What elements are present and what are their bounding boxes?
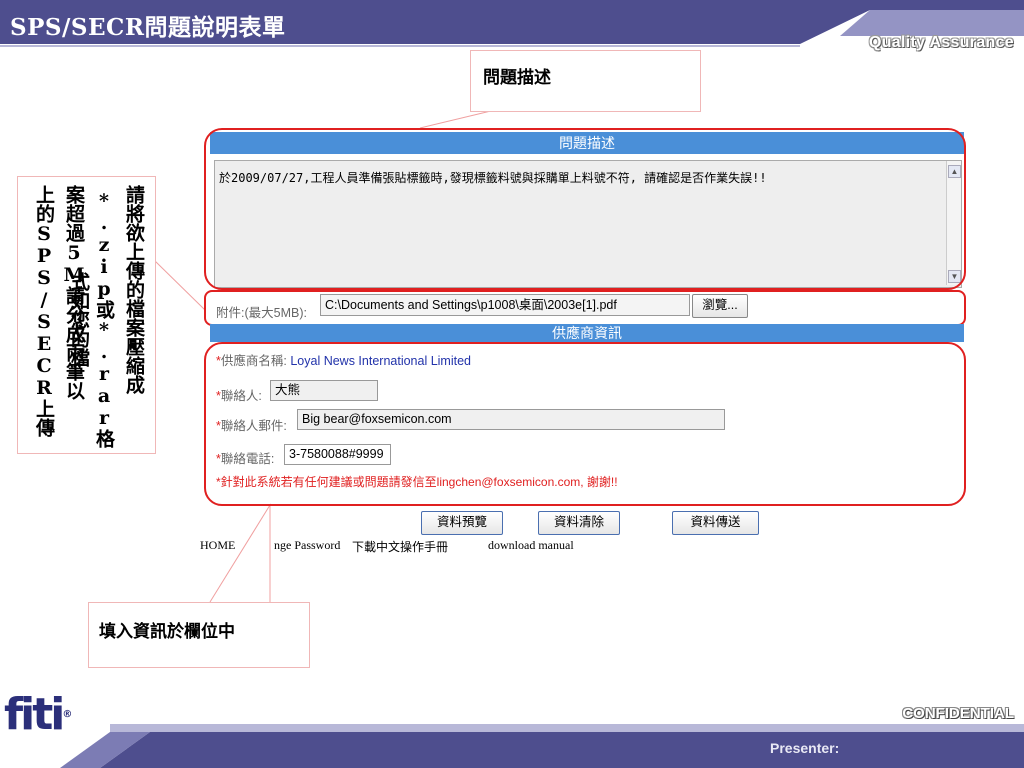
download-manual-link[interactable]: download manual [488, 538, 574, 553]
preview-button[interactable]: 資料預覽 [421, 511, 503, 535]
supplier-highlight-box [204, 342, 966, 506]
callout-line-2: *.zip或*.rar格式如您的檔 [68, 190, 115, 448]
home-link[interactable]: HOME [200, 538, 235, 553]
callout-problem-description: 問題描述 [470, 50, 701, 112]
download-chinese-manual-link[interactable]: 下載中文操作手冊 [352, 538, 448, 555]
callout-connector-bottom [209, 503, 271, 603]
callout-line-4: 上的SPS/SECR上傳 [33, 185, 55, 437]
callout-connector-top [419, 109, 496, 129]
confidential-label: CONFIDENTIAL [902, 705, 1014, 722]
top-banner-accent [840, 10, 1024, 36]
problem-highlight-box [204, 128, 966, 290]
slide-title: SPS/SECR問題說明表單 [10, 14, 286, 41]
bottom-banner [100, 732, 1024, 768]
supplier-header: 供應商資訊 [210, 324, 964, 342]
callout-line-3: 案超過5M請分成兩筆以 [63, 185, 85, 400]
presenter-label: Presenter: [770, 740, 840, 756]
attachment-highlight-box [204, 290, 966, 326]
change-password-link[interactable]: nge Password [274, 538, 340, 553]
bottom-banner-accent [110, 724, 1024, 732]
submit-button[interactable]: 資料傳送 [672, 511, 759, 535]
quality-assurance-tagline: Quality Assurance [868, 34, 1014, 51]
callout-connector-left [153, 259, 206, 311]
callout-fill-fields: 填入資訊於欄位中 [88, 602, 310, 668]
callout-upload-instructions: 請將欲上傳的檔案壓縮成 *.zip或*.rar格式如您的檔 案超過5M請分成兩筆… [17, 176, 156, 454]
clear-button[interactable]: 資料清除 [538, 511, 620, 535]
fiti-logo: fiti® [4, 689, 73, 740]
callout-line-1: 請將欲上傳的檔案壓縮成 [123, 185, 145, 394]
